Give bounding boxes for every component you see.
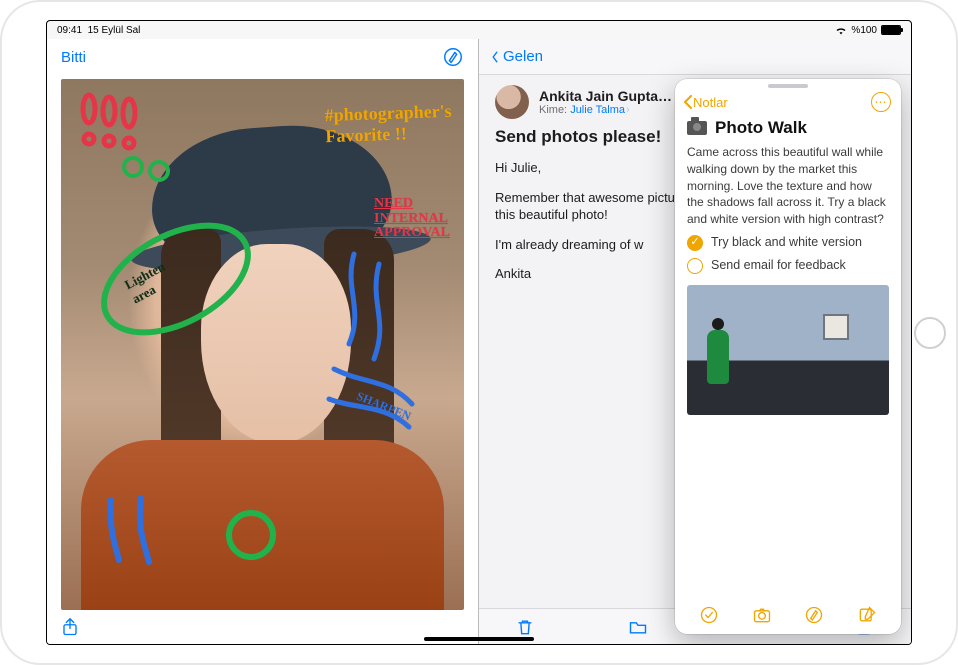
status-bar: 09:41 15 Eylül Sal %100 — [47, 21, 911, 39]
annotation-need-approval: NEED INTERNAL APPROVAL — [374, 197, 450, 241]
checklist-icon[interactable] — [699, 605, 719, 625]
annotation-favorite: #photographer's Favorite !! — [324, 101, 452, 147]
to-prefix: Kime: — [539, 104, 567, 116]
photo-canvas[interactable]: #photographer's Favorite !! NEED INTERNA… — [61, 79, 464, 610]
note-body[interactable]: Came across this beautiful wall while wa… — [675, 142, 901, 596]
todo-label: Send email for feedback — [711, 257, 846, 275]
camera-icon[interactable] — [752, 605, 772, 625]
mail-pane: Gelen Ankita Jain Gupta… Kime: Julie Tal… — [479, 39, 911, 644]
annotation-bottom-strokes-icon — [101, 490, 301, 570]
note-title: Photo Walk — [715, 118, 807, 138]
folder-icon[interactable] — [628, 617, 648, 637]
wifi-icon — [835, 26, 847, 35]
notes-back-button[interactable]: Notlar — [683, 95, 728, 110]
chevron-right-icon: › — [626, 104, 630, 116]
sender-name[interactable]: Ankita Jain Gupta… — [539, 88, 672, 104]
slideover-grab-handle[interactable] — [768, 84, 808, 88]
done-button[interactable]: Bitti — [61, 49, 86, 66]
status-time: 09:41 — [57, 25, 82, 36]
chevron-left-icon — [489, 51, 501, 63]
notes-back-label: Notlar — [693, 95, 728, 110]
note-image-detail — [707, 330, 729, 384]
new-note-icon[interactable] — [857, 605, 877, 625]
mail-back-button[interactable]: Gelen — [479, 39, 911, 75]
battery-icon — [881, 25, 901, 35]
camera-icon — [687, 121, 707, 135]
note-attached-image[interactable] — [687, 285, 889, 415]
battery-text: %100 — [851, 25, 877, 36]
status-date: 15 Eylül Sal — [88, 25, 141, 36]
markup-icon[interactable] — [804, 605, 824, 625]
annotation-scribble-icon — [119, 149, 179, 189]
to-line[interactable]: Kime: Julie Talma› — [539, 104, 672, 116]
todo-label: Try black and white version — [711, 234, 862, 252]
chevron-left-icon — [683, 95, 693, 109]
notes-slideover[interactable]: Notlar ⋯ Photo Walk Came across this bea… — [675, 79, 901, 634]
to-recipient: Julie Talma — [570, 104, 625, 116]
notes-toolbar — [675, 596, 901, 634]
photos-markup-pane: Bitti — [47, 39, 479, 644]
home-indicator[interactable] — [424, 637, 534, 641]
checkbox-checked-icon[interactable] — [687, 235, 703, 251]
more-icon[interactable]: ⋯ — [871, 92, 891, 112]
note-image-detail — [823, 314, 849, 340]
trash-icon[interactable] — [515, 617, 535, 637]
markup-tool-icon[interactable] — [442, 46, 464, 68]
mail-back-label: Gelen — [503, 48, 543, 65]
todo-item[interactable]: Try black and white version — [687, 234, 889, 252]
home-button[interactable] — [914, 317, 946, 349]
checkbox-unchecked-icon[interactable] — [687, 258, 703, 274]
annotation-lighten-circle-icon — [91, 209, 261, 349]
note-text: Came across this beautiful wall while wa… — [687, 144, 889, 228]
todo-item[interactable]: Send email for feedback — [687, 257, 889, 275]
avatar[interactable] — [495, 85, 529, 119]
share-icon[interactable] — [61, 617, 79, 637]
